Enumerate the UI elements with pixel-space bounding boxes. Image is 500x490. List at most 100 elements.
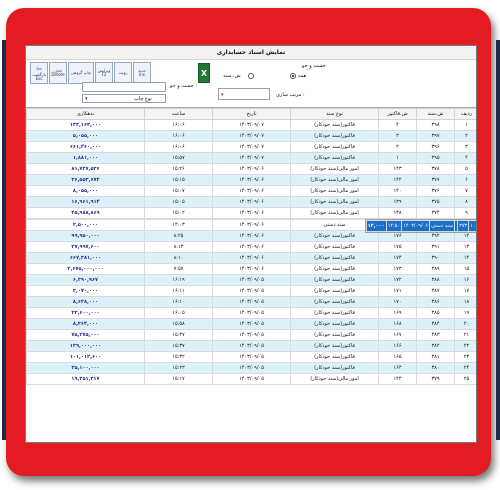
col-header-date[interactable]: تاریخ xyxy=(212,108,291,120)
cell-doc-no: ۳۹۱ xyxy=(416,241,455,253)
cell-row: ۲۵ xyxy=(454,373,476,385)
cell-time: ۱۶:۰۶ xyxy=(144,141,213,153)
cell-invoice-no: ۳ xyxy=(378,130,417,142)
table-row[interactable]: ۲۰ ۳۸۴ ۱۶۸ فاکتور(سند خودکار) ۱۴۰۳/۰۹/۰۵ ۱۵:۵… xyxy=(26,318,476,330)
cell-date: ۱۴۰۳/۰۹/۰۶ xyxy=(212,196,291,208)
search-label: جست و جو : xyxy=(170,83,198,89)
search-input[interactable] xyxy=(82,82,166,92)
cell-doc-no: ۳۷۸ xyxy=(416,163,455,175)
cell-date: ۱۴۰۳/۰۹/۰۵ xyxy=(212,318,291,330)
col-header-doc-no[interactable]: ش.سند xyxy=(416,108,455,120)
table-row[interactable]: ۱۹ ۳۸۵ ۱۶۹ فاکتور(سند خودکار) ۱۴۰۳/۰۹/۰۵ ۱۶:۰… xyxy=(26,307,476,319)
cell-doc-no: ۳۸۶ xyxy=(416,296,455,308)
right-edge-strip xyxy=(496,40,500,440)
cell-doc-no: ۳۸۴ xyxy=(416,318,455,330)
cell-time: ۱۴:۵۰ xyxy=(385,220,403,232)
cell-doc-type: فاکتور(سند خودکار) xyxy=(290,296,379,308)
cell-doc-type: سند دستی xyxy=(429,220,456,232)
cell-invoice-no: ۱۷۲ xyxy=(378,274,417,286)
cell-row: ۲۲ xyxy=(454,340,476,352)
sort-select[interactable]: ▾ xyxy=(218,88,270,100)
cell-row: ۲۳ xyxy=(454,351,476,363)
cell-doc-type: فاکتور(سند خودکار) xyxy=(290,274,379,286)
table-row[interactable]: ۱۸ ۳۸۶ ۱۷۰ فاکتور(سند خودکار) ۱۴۰۳/۰۹/۰۵ ۱۶:۱… xyxy=(26,296,476,308)
table-row[interactable]: ۲۳ ۳۸۱ ۱۶۵ فاکتور(سند خودکار) ۱۴۰۳/۰۹/۰۵ ۱۵:۳… xyxy=(26,351,476,363)
cell-doc-no: ۳۸۰ xyxy=(416,362,455,374)
cell-row: ۴ xyxy=(454,152,476,164)
cell-doc-no: ۳۹۵ xyxy=(416,152,455,164)
table-row[interactable]: ۲۲ ۳۸۲ ۱۶۶ فاکتور(سند خودکار) ۱۴۰۳/۰۹/۰۵ ۱۵:۳… xyxy=(26,340,476,352)
table-row[interactable]: ۲۵ ۳۷۹ ۱۴۴ امور مالی(سند خودکار) ۱۴۰۳/۰۹/۰۵ ۱… xyxy=(26,373,476,385)
table-row[interactable]: ۲ ۳۹۷ ۳ فاکتور(سند خودکار) ۱۴۰۳/۰۹/۰۷ ۱۶:۰۶ ۵,… xyxy=(26,130,476,142)
table-row[interactable]: ۹ ۳۷۴ ۱۳۸ امور مالی(سند خودکار) ۱۴۰۳/۰۹/۰۶ ۱۵… xyxy=(26,207,476,219)
group-print-button[interactable]: چاپ گروهی xyxy=(68,62,94,84)
cell-doc-no: ۳۸۵ xyxy=(416,307,455,319)
table-row[interactable]: ۸ ۳۷۵ ۱۳۹ امور مالی(سند خودکار) ۱۴۰۳/۰۹/۰۶ ۱۵… xyxy=(26,196,476,208)
table-row[interactable]: ۷ ۳۷۶ ۱۴۰ امور مالی(سند خودکار) ۱۴۰۳/۰۹/۰۶ ۱۵… xyxy=(26,185,476,197)
cell-doc-type: فاکتور(سند خودکار) xyxy=(290,252,379,264)
table-row[interactable]: ۱۷ ۳۸۷ ۱۷۱ فاکتور(سند خودکار) ۱۴۰۳/۰۹/۰۵ ۱۶:۱… xyxy=(26,285,476,297)
cell-invoice-no: ۱ xyxy=(378,152,417,164)
edit-button[interactable]: ویرایش F2 xyxy=(95,62,113,84)
col-header-invoice-no[interactable]: ش.فاکتور xyxy=(378,108,417,120)
cell-time: ۱۵:۰۷ xyxy=(144,185,213,197)
view-button[interactable]: رویت xyxy=(114,62,132,84)
table-row[interactable]: ۱۳ ۳۹۱ ۱۷۵ فاکتور(سند خودکار) ۱۴۰۳/۰۹/۰۶ ۸:۱۳… xyxy=(26,241,476,253)
table-row[interactable]: ۱۴ ۳۹۰ ۱۷۴ فاکتور(سند خودکار) ۱۴۰۳/۰۹/۰۶ ۸:۱۰… xyxy=(26,252,476,264)
cell-time: ۱۵:۵۷ xyxy=(144,152,213,164)
left-edge-strip xyxy=(2,40,6,440)
cell-time: ۱۵:۱۵ xyxy=(144,174,213,186)
cell-date: ۱۴۰۳/۰۹/۰۵ xyxy=(212,362,291,374)
table-row[interactable]: ۴ ۳۹۵ ۱ فاکتور(سند خودکار) ۱۴۰۳/۰۹/۰۷ ۱۵:۵۷ ۱,… xyxy=(26,152,476,164)
cell-doc-no: ۳۸۲ xyxy=(416,340,455,352)
cell-date: ۱۴۰۳/۰۹/۰۵ xyxy=(212,329,291,341)
cell-debit: ۲,۵۰۰,۰۰۰ xyxy=(26,219,145,231)
col-header-row[interactable]: ردیف xyxy=(454,108,476,120)
exit-button[interactable]: ⇦ بازگشت Esc xyxy=(30,62,48,84)
print-type-select[interactable]: ▾ xyxy=(82,94,166,103)
table-row[interactable]: ۶ ۳۷۷ ۱۴۲ امور مالی(سند خودکار) ۱۴۰۳/۰۹/۰۶ ۱۵… xyxy=(26,174,476,186)
cell-row: ۱۸ xyxy=(454,296,476,308)
new-button[interactable]: جدید Ins xyxy=(133,62,151,84)
excel-export-icon[interactable]: X xyxy=(198,63,210,83)
table-row[interactable]: ۵ ۳۷۸ ۱۴۳ امور مالی(سند خودکار) ۱۴۰۳/۰۹/۰۶ ۱۵… xyxy=(26,163,476,175)
cell-time: ۱۶:۱۹ xyxy=(144,274,213,286)
radio-all-label: همه xyxy=(298,73,307,79)
delete-shortcut: Delete xyxy=(51,72,65,77)
cell-doc-type: امور مالی(سند خودکار) xyxy=(290,174,379,186)
cell-doc-type: فاکتور(سند خودکار) xyxy=(290,152,379,164)
radio-doc-number[interactable] xyxy=(248,73,254,79)
col-header-debit[interactable]: بدهکاری xyxy=(26,108,145,120)
table-row[interactable]: ۱۰ ۳۷۳ سند دستی ۱۴۰۳/۰۹/۰۶ ۱۴:۵۰ ۱۲,۰۰۰ xyxy=(364,219,476,233)
cell-invoice-no: ۱۶۹ xyxy=(378,307,417,319)
cell-doc-type: فاکتور(سند خودکار) xyxy=(290,318,379,330)
cell-row: ۱۰ xyxy=(468,220,476,232)
radio-all[interactable] xyxy=(290,73,296,79)
table-row[interactable]: ۳ ۳۹۶ ۲ فاکتور(سند خودکار) ۱۴۰۳/۰۹/۰۷ ۱۶:۰۶ ۶۶… xyxy=(26,141,476,153)
cell-debit: ۲,۶۷۵,۰۰۰,۰۰۰ xyxy=(26,263,145,275)
chevron-down-icon: ▾ xyxy=(221,92,224,98)
cell-debit: ۲۳,۶۰۰,۰۰۰ xyxy=(26,307,145,319)
table-row[interactable]: ۱۶ ۳۸۸ ۱۷۲ فاکتور(سند خودکار) ۱۴۰۳/۰۹/۰۵ ۱۶:۱… xyxy=(26,274,476,286)
cell-date: ۱۴۰۳/۰۹/۰۶ xyxy=(401,220,431,232)
table-row[interactable]: ۱۵ ۳۸۹ ۱۷۳ فاکتور(سند خودکار) ۱۴۰۳/۰۹/۰۶ ۷:۵۷… xyxy=(26,263,476,275)
cell-row: ۱۵ xyxy=(454,263,476,275)
table-row[interactable]: ۲۱ ۳۸۳ ۱۶۷ فاکتور(سند خودکار) ۱۴۰۳/۰۹/۰۵ ۱۵:۴… xyxy=(26,329,476,341)
col-header-time[interactable]: ساعت xyxy=(144,108,213,120)
cell-invoice-no: ۱۷۳ xyxy=(378,263,417,275)
cell-time: ۱۵:۴۷ xyxy=(144,329,213,341)
cell-date: ۱۴۰۳/۰۹/۰۵ xyxy=(212,285,291,297)
col-header-doc-type[interactable]: نوع سند xyxy=(290,108,379,120)
cell-doc-type: امور مالی(سند خودکار) xyxy=(290,196,379,208)
cell-invoice-no: ۱۴۳ xyxy=(378,163,417,175)
cell-row: ۱۴ xyxy=(454,252,476,264)
cell-row: ۶ xyxy=(454,174,476,186)
cell-date: ۱۴۰۳/۰۹/۰۶ xyxy=(212,174,291,186)
delete-button[interactable]: حذف Delete xyxy=(49,62,67,84)
cell-doc-type: امور مالی(سند خودکار) xyxy=(290,163,379,175)
cell-row: ۳ xyxy=(454,141,476,153)
table-row[interactable]: ۱ ۳۹۸ ۴ فاکتور(سند خودکار) ۱۴۰۳/۰۹/۰۷ ۱۶:۰۶ ۱۳… xyxy=(26,119,476,131)
cell-debit: ۸,۰۵۵,۰۰۰ xyxy=(26,185,145,197)
table-row[interactable]: ۲۴ ۳۸۰ ۱۶۴ فاکتور(سند خودکار) ۱۴۰۳/۰۹/۰۵ ۱۵:۲… xyxy=(26,362,476,374)
cell-date: ۱۴۰۳/۰۹/۰۷ xyxy=(212,119,291,131)
